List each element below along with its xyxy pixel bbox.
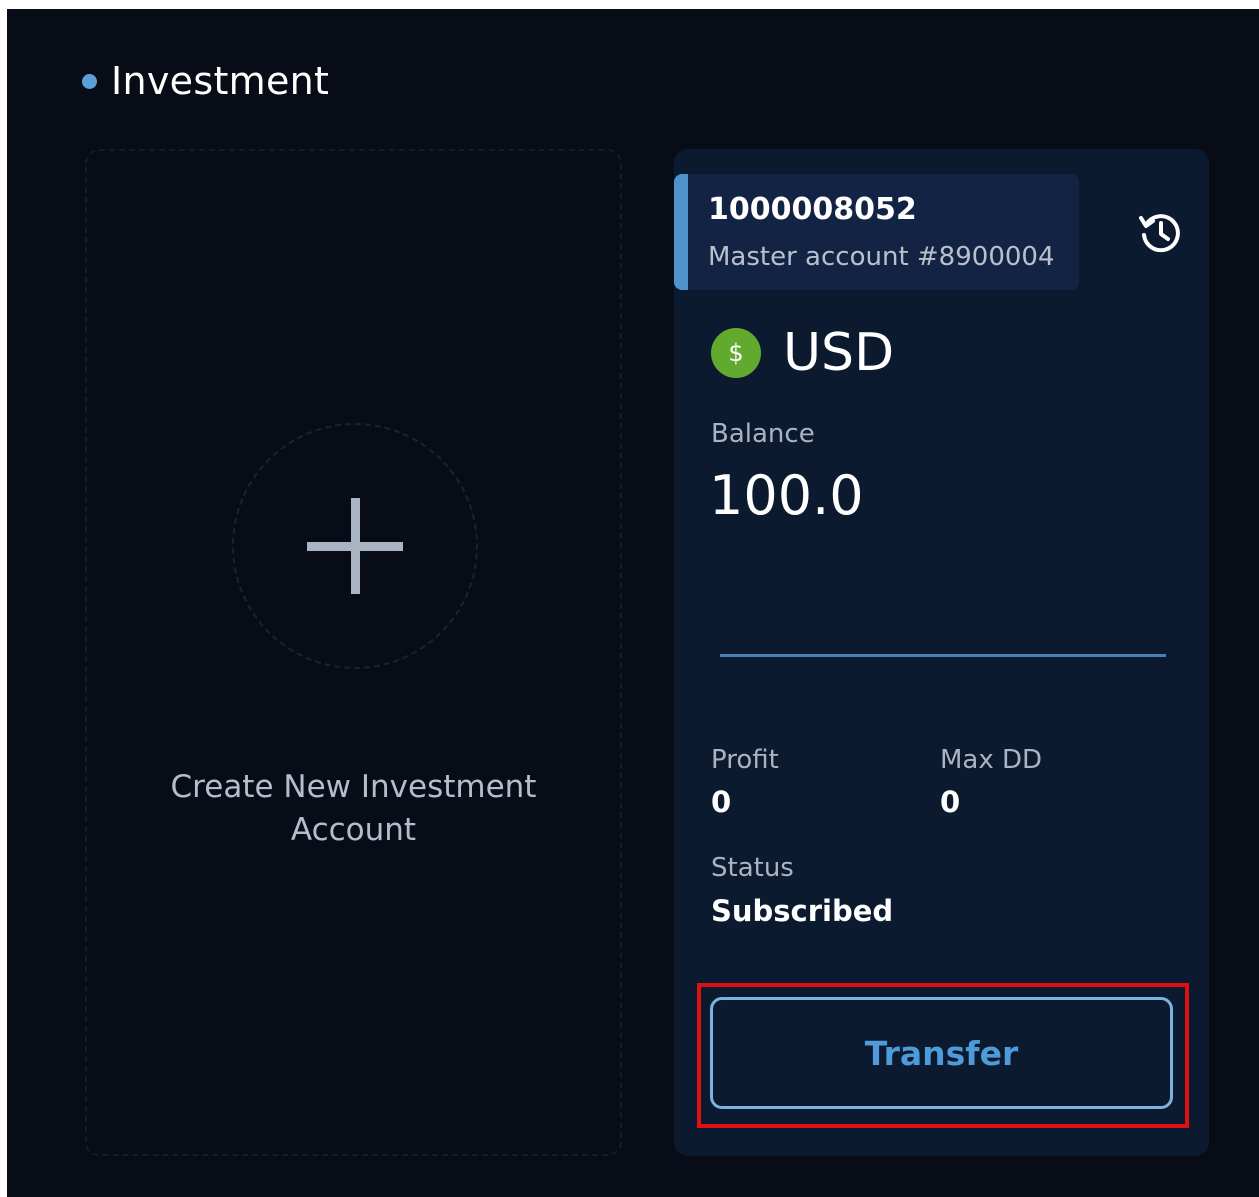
account-header: 1000008052 Master account #8900004 [674,174,1079,290]
create-investment-account-card[interactable]: Create New Investment Account [85,149,622,1156]
bullet-dot-icon [82,73,97,89]
balance-chart-line [720,654,1166,657]
transfer-button[interactable]: Transfer [710,997,1173,1109]
history-button[interactable] [1137,209,1185,257]
balance-value: 100.0 [709,464,864,527]
status-value: Subscribed [711,894,894,928]
profit-value: 0 [711,785,732,819]
master-account-label: Master account #8900004 [708,242,1055,272]
history-icon [1139,214,1180,253]
currency-code: USD [783,323,895,383]
max-dd-label: Max DD [940,745,1043,775]
investment-account-card: 1000008052 Master account #8900004 $ USD… [674,149,1209,1156]
max-dd-value: 0 [940,785,961,819]
dollar-coin-icon: $ [711,328,761,378]
balance-label: Balance [711,419,815,449]
currency-row: $ USD [711,327,894,379]
plus-icon [307,498,403,594]
profit-label: Profit [711,745,779,775]
app-frame: Investment Create New Investment Account… [7,9,1259,1197]
plus-circle [232,423,478,669]
section-header: Investment [82,59,329,103]
create-account-label: Create New Investment Account [170,769,537,848]
section-title: Investment [111,59,330,103]
account-number: 1000008052 [708,192,917,227]
status-label: Status [711,853,794,883]
